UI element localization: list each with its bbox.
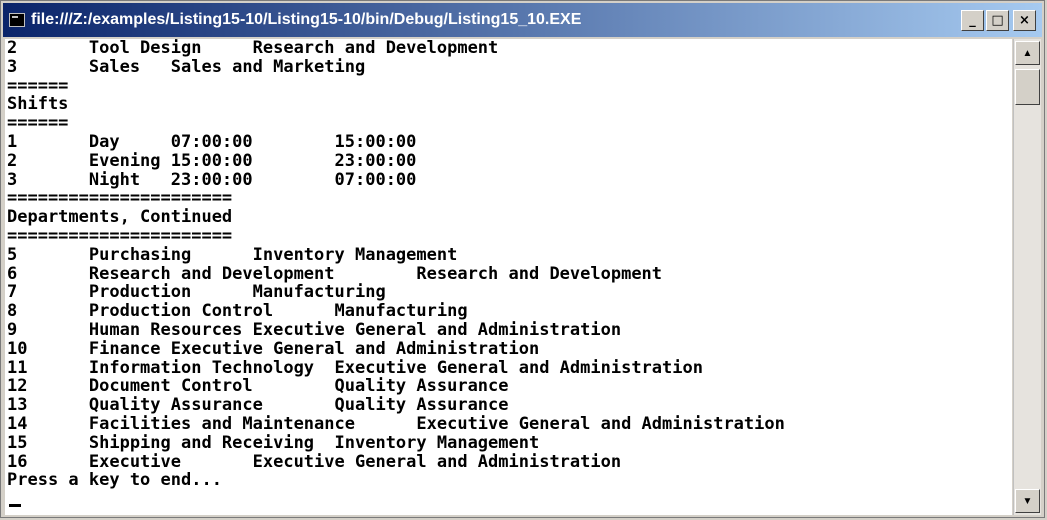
console-line: ======================: [7, 225, 233, 246]
text-cursor: [9, 504, 21, 507]
maximize-button[interactable]: □: [986, 10, 1009, 31]
console-line: 10 Finance Executive General and Adminis…: [7, 338, 540, 359]
console-line: Shifts: [7, 94, 69, 115]
console-window: file:///Z:/examples/Listing15-10/Listing…: [0, 0, 1045, 518]
close-button[interactable]: ×: [1013, 10, 1036, 31]
minimize-icon: _: [969, 13, 976, 28]
console-line: ======================: [7, 188, 233, 209]
console-line: 9 Human Resources Executive General and …: [7, 319, 622, 340]
console-line: 15 Shipping and Receiving Inventory Mana…: [7, 432, 540, 453]
console-line: 5 Purchasing Inventory Management: [7, 244, 458, 265]
scroll-down-button[interactable]: ▼: [1015, 489, 1040, 513]
console-line: 2 Tool Design Research and Development: [7, 39, 499, 58]
console-line: 8 Production Control Manufacturing: [7, 301, 468, 322]
console-line: ======: [7, 75, 69, 96]
console-line: 16 Executive Executive General and Admin…: [7, 451, 622, 472]
console-line: 7 Production Manufacturing: [7, 282, 386, 303]
console-line: 3 Sales Sales and Marketing: [7, 56, 366, 77]
maximize-icon: □: [991, 13, 1004, 28]
console-line: Departments, Continued: [7, 207, 233, 228]
console-line: 1 Day 07:00:00 15:00:00: [7, 131, 417, 152]
scroll-up-button[interactable]: ▲: [1015, 41, 1040, 65]
window-controls: _ □ ×: [961, 10, 1036, 31]
scroll-down-arrow-icon: ▼: [1022, 495, 1033, 507]
console-line: ======: [7, 113, 69, 134]
console-line: 11 Information Technology Executive Gene…: [7, 357, 703, 378]
console-line: 14 Facilities and Maintenance Executive …: [7, 413, 785, 434]
window-title: file:///Z:/examples/Listing15-10/Listing…: [31, 11, 582, 28]
console-output[interactable]: 2 Tool Design Research and Development 3…: [5, 39, 1012, 515]
minimize-button[interactable]: _: [961, 10, 984, 31]
console-line: 13 Quality Assurance Quality Assurance: [7, 395, 509, 416]
close-icon: ×: [1019, 13, 1030, 28]
title-bar[interactable]: file:///Z:/examples/Listing15-10/Listing…: [3, 3, 1042, 37]
console-line: 2 Evening 15:00:00 23:00:00: [7, 150, 417, 171]
console-app-icon[interactable]: [9, 13, 25, 27]
console-line: Press a key to end...: [7, 470, 222, 491]
vertical-scrollbar[interactable]: ▲ ▼: [1013, 39, 1041, 515]
console-line: 12 Document Control Quality Assurance: [7, 376, 509, 397]
scroll-up-arrow-icon: ▲: [1022, 47, 1033, 59]
console-text: 2 Tool Design Research and Development 3…: [5, 39, 1012, 490]
scrollbar-thumb[interactable]: [1015, 69, 1040, 105]
console-line: 3 Night 23:00:00 07:00:00: [7, 169, 417, 190]
console-line: 6 Research and Development Research and …: [7, 263, 663, 284]
